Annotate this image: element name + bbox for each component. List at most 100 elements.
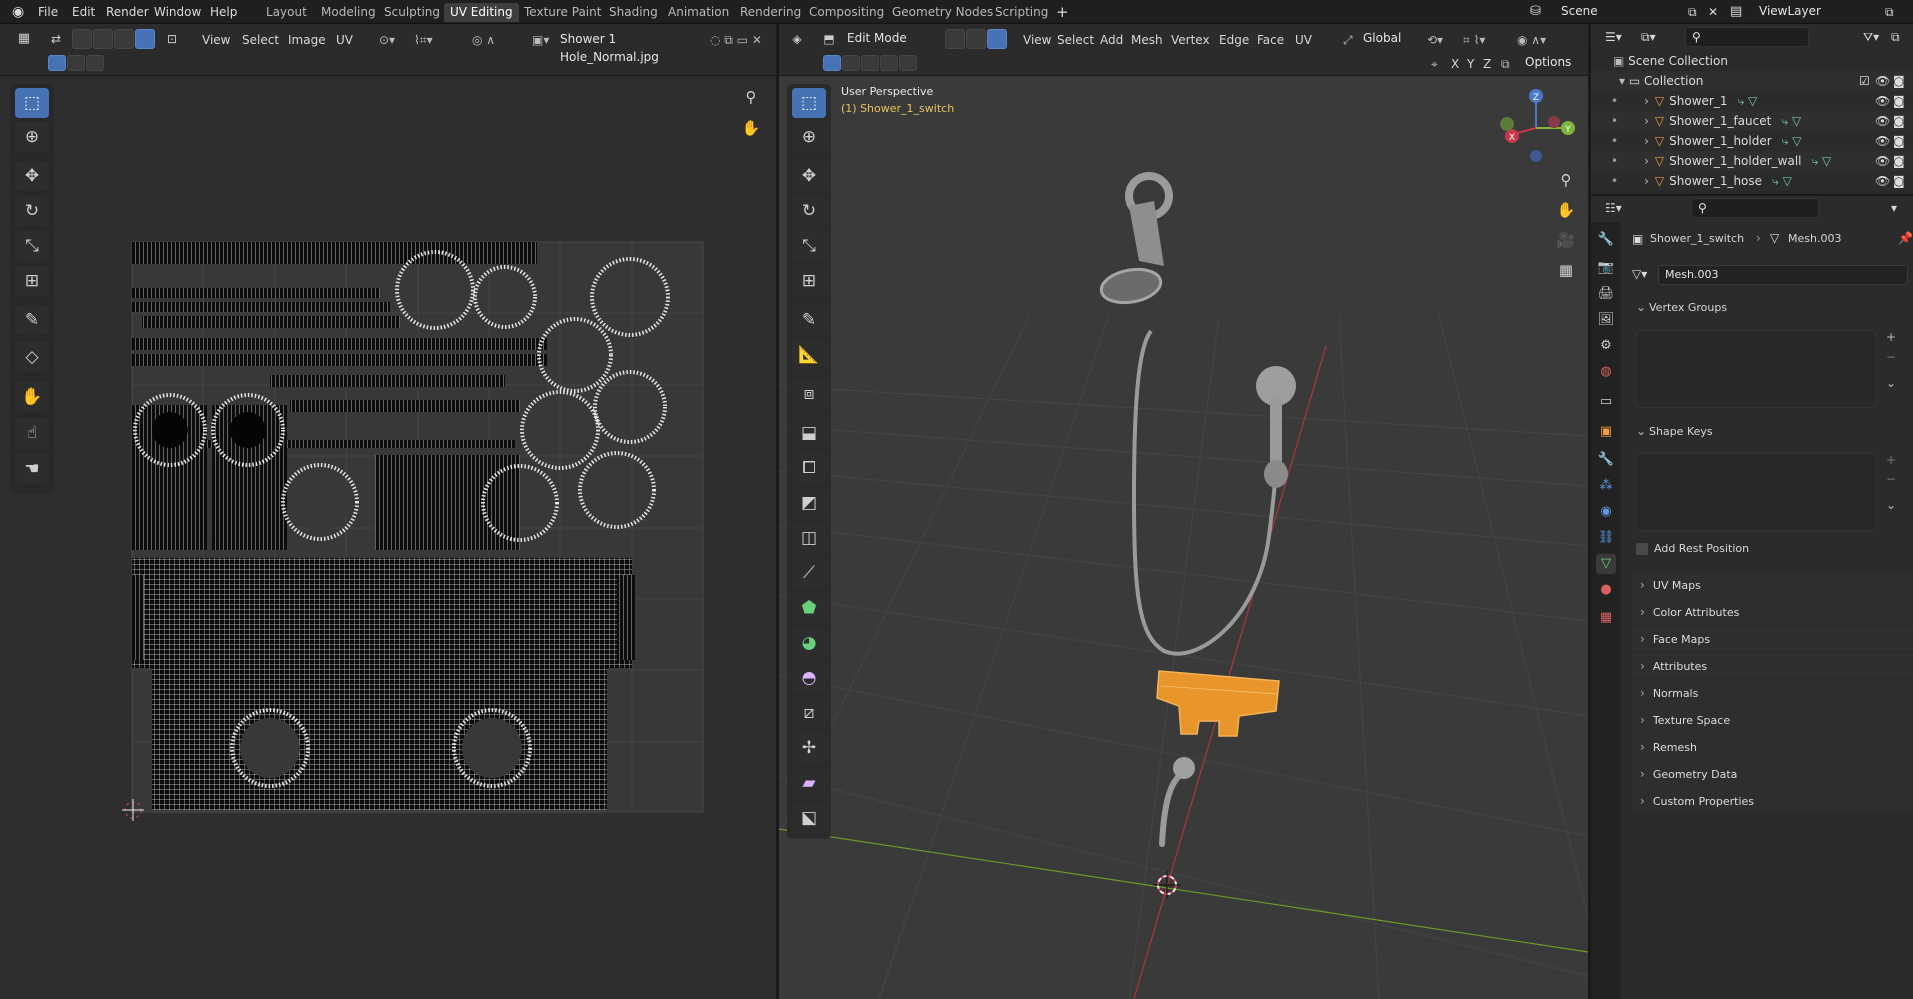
edit-mode-icon[interactable]: ⬒: [819, 29, 839, 49]
display-mode-icon[interactable]: ⧉▾: [1637, 27, 1660, 47]
sync-selection-icon[interactable]: ⇄: [46, 29, 66, 49]
mirror-x-toggle[interactable]: X: [1447, 54, 1463, 74]
render-tab-icon[interactable]: 📷: [1596, 258, 1616, 278]
world-tab-icon[interactable]: ◍: [1596, 362, 1616, 382]
vp-annotate-tool-icon[interactable]: ✎: [792, 305, 826, 335]
filter-icon[interactable]: ⛛▾: [1859, 27, 1883, 47]
tool-tab-icon[interactable]: 🔧: [1596, 230, 1616, 250]
vp-select-new-icon[interactable]: [823, 55, 841, 71]
edge-mode-icon[interactable]: [966, 29, 986, 49]
properties-search-input[interactable]: ⚲: [1691, 198, 1819, 218]
uv-menu-uv[interactable]: UV: [332, 30, 357, 50]
viewport-menu-add[interactable]: Add: [1096, 30, 1127, 50]
transform-tool-icon[interactable]: ⊞: [15, 266, 49, 296]
render-visibility-icon[interactable]: ◙: [1893, 131, 1905, 151]
modifier-tab-icon[interactable]: 🔧: [1596, 450, 1616, 470]
delete-scene-icon[interactable]: ✕: [1708, 4, 1718, 20]
add-workspace-icon[interactable]: +: [1056, 4, 1069, 20]
outliner-row-object[interactable]: • › ▽ Shower_1_holder ⤷ ▽ 👁 ◙: [1591, 131, 1913, 151]
vp-scale-tool-icon[interactable]: ⤡: [792, 231, 826, 261]
render-visibility-icon[interactable]: ◙: [1893, 91, 1905, 111]
viewport-menu-select[interactable]: Select: [1053, 30, 1098, 50]
object-tab-icon[interactable]: ▣: [1596, 422, 1616, 442]
vp-move-tool-icon[interactable]: ✥: [792, 161, 826, 191]
new-collection-icon[interactable]: ⧉: [1887, 27, 1904, 47]
constraints-tab-icon[interactable]: ⛓: [1596, 528, 1616, 548]
properties-section[interactable]: › Normals: [1632, 680, 1913, 706]
render-visibility-icon[interactable]: ◙: [1893, 151, 1905, 171]
scene-selector[interactable]: Scene: [1555, 2, 1685, 22]
pin-icon[interactable]: 📌: [1898, 231, 1913, 245]
expand-icon[interactable]: ›: [1644, 174, 1649, 188]
ortho-toggle-icon[interactable]: ▦: [1553, 257, 1579, 283]
annotate-tool-icon[interactable]: ✎: [15, 305, 49, 335]
face-select-icon[interactable]: [114, 29, 134, 49]
tab-layout[interactable]: Layout: [260, 3, 313, 22]
data-tab-icon[interactable]: ▽: [1596, 554, 1616, 574]
blender-logo-icon[interactable]: ◉: [12, 4, 24, 20]
vp-measure-tool-icon[interactable]: 📐: [792, 340, 826, 370]
edge-slide-tool-icon[interactable]: ⧄: [792, 698, 826, 728]
vertex-group-add-icon[interactable]: +: [1886, 330, 1896, 344]
navigation-gizmo[interactable]: Z Y X: [1490, 82, 1582, 174]
mesh-data-icon[interactable]: ▽▾: [1632, 267, 1647, 281]
properties-section[interactable]: › Face Maps: [1632, 626, 1913, 652]
vp-transform-tool-icon[interactable]: ⊞: [792, 266, 826, 296]
visibility-icon[interactable]: 👁: [1875, 171, 1890, 191]
cursor-tool-icon[interactable]: ⊕: [15, 122, 49, 152]
loop-cut-tool-icon[interactable]: ◫: [792, 523, 826, 553]
tab-compositing[interactable]: Compositing: [803, 3, 890, 22]
menu-render[interactable]: Render: [106, 4, 149, 20]
orientation-selector[interactable]: Global: [1357, 29, 1417, 49]
image-browse-icon[interactable]: ▣▾: [528, 30, 553, 50]
collection-checkbox-icon[interactable]: ☑: [1859, 71, 1870, 91]
outliner-type-icon[interactable]: ☰▾: [1601, 27, 1626, 47]
3d-cursor-icon[interactable]: [1153, 871, 1181, 899]
sticky-select-icon[interactable]: ⊡: [162, 29, 182, 49]
properties-type-icon[interactable]: ☷▾: [1601, 198, 1626, 218]
camera-view-icon[interactable]: 🎥: [1553, 227, 1579, 253]
physics-tab-icon[interactable]: ◉: [1596, 502, 1616, 522]
orientation-icon[interactable]: ⤢: [1339, 30, 1357, 50]
scale-tool-icon[interactable]: ⤡: [15, 231, 49, 261]
menu-file[interactable]: File: [38, 4, 58, 20]
tab-modeling[interactable]: Modeling: [315, 3, 382, 22]
vertex-select-icon[interactable]: [72, 29, 92, 49]
viewport-editor-type-icon[interactable]: ◈: [787, 29, 807, 49]
menu-edit[interactable]: Edit: [72, 4, 95, 20]
shear-tool-icon[interactable]: ▰: [792, 768, 826, 798]
shape-keys-header[interactable]: ⌄ Shape Keys: [1628, 420, 1913, 444]
outliner-row-scene-collection[interactable]: ▣ Scene Collection: [1591, 51, 1913, 71]
vertex-group-menu-icon[interactable]: ⌄: [1886, 376, 1896, 390]
mesh-name-field[interactable]: Mesh.003: [1658, 265, 1908, 285]
vp-select-invert-icon[interactable]: [880, 55, 898, 71]
expand-icon[interactable]: ›: [1644, 154, 1649, 168]
rip-tool-icon[interactable]: ◇: [15, 342, 49, 372]
properties-section[interactable]: › Texture Space: [1632, 707, 1913, 733]
pan-icon[interactable]: ✋: [738, 115, 764, 141]
expand-icon[interactable]: ›: [1644, 114, 1649, 128]
properties-section[interactable]: › Remesh: [1632, 734, 1913, 760]
editor-type-icon[interactable]: ▦: [14, 29, 34, 49]
render-visibility-icon[interactable]: ◙: [1893, 111, 1905, 131]
menu-help[interactable]: Help: [210, 4, 237, 20]
proportional-edit-icon[interactable]: ◎ ∧: [468, 30, 499, 50]
collection-visibility-icon[interactable]: 👁: [1875, 71, 1890, 91]
menu-window[interactable]: Window: [154, 4, 201, 20]
outliner-row-object[interactable]: • › ▽ Shower_1_holder_wall ⤷ ▽ 👁 ◙: [1591, 151, 1913, 171]
viewport-proportional-icon[interactable]: ◉ ∧▾: [1513, 30, 1550, 50]
mirror-z-toggle[interactable]: Z: [1479, 54, 1495, 74]
move-tool-icon[interactable]: ✥: [15, 161, 49, 191]
properties-options-icon[interactable]: ▾: [1887, 198, 1901, 218]
add-rest-position-row[interactable]: Add Rest Position: [1636, 540, 1896, 560]
expand-icon[interactable]: ›: [1644, 94, 1649, 108]
vp-select-subtract-icon[interactable]: [861, 55, 879, 71]
view-layer-tab-icon[interactable]: 🖼: [1596, 310, 1616, 330]
pivot-point-icon[interactable]: ⟲▾: [1423, 30, 1447, 50]
poly-build-tool-icon[interactable]: ⬟: [792, 593, 826, 623]
viewport-menu-uv[interactable]: UV: [1291, 30, 1316, 50]
tab-rendering[interactable]: Rendering: [734, 3, 807, 22]
shape-key-add-icon[interactable]: +: [1886, 453, 1896, 467]
properties-section[interactable]: › Attributes: [1632, 653, 1913, 679]
new-scene-icon[interactable]: ⧉: [1688, 4, 1697, 20]
